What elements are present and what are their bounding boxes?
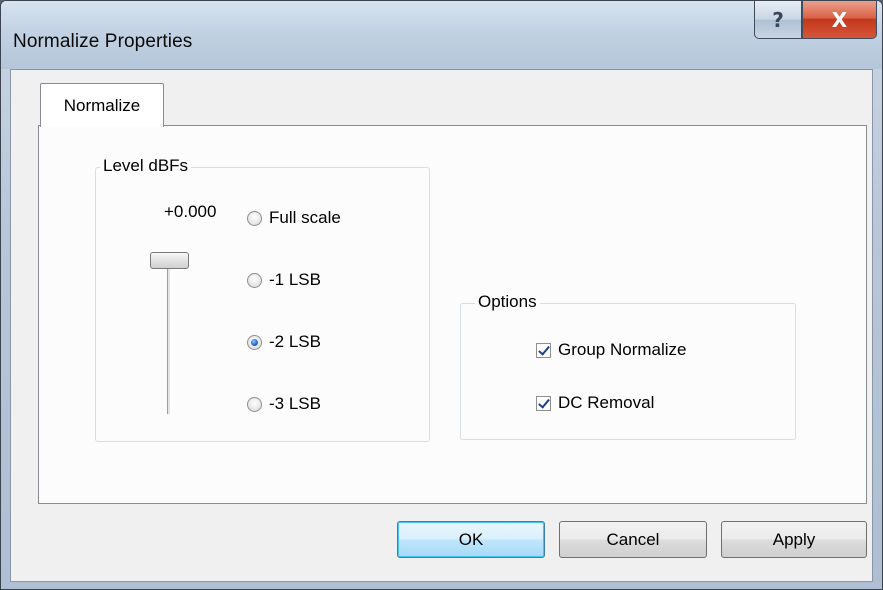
checkbox-label: Group Normalize: [558, 340, 687, 359]
dialog-body: Normalize Level dBFs +0.000 Full scale -…: [10, 69, 873, 582]
level-slider-track[interactable]: [167, 258, 171, 414]
radio-2-lsb[interactable]: -2 LSB: [247, 332, 321, 352]
level-slider-thumb[interactable]: [150, 252, 189, 269]
level-readout: +0.000: [164, 202, 217, 221]
title-bar[interactable]: Normalize Properties ? X: [1, 1, 882, 69]
radio-full-scale[interactable]: Full scale: [247, 208, 341, 228]
checkbox[interactable]: [536, 342, 551, 358]
cancel-button[interactable]: Cancel: [559, 521, 707, 558]
checkbox-label: DC Removal: [558, 393, 655, 412]
close-button[interactable]: X: [802, 1, 877, 39]
help-icon: ?: [772, 7, 784, 32]
radio-button[interactable]: [247, 272, 262, 288]
options-group: Options Group Normalize DC Removal: [460, 292, 796, 440]
checkbox[interactable]: [536, 395, 551, 411]
radio-button[interactable]: [247, 334, 262, 350]
level-dbfs-group: Level dBFs +0.000 Full scale -1 LSB -2 L…: [95, 156, 430, 442]
checkbox-dc-removal[interactable]: DC Removal: [536, 393, 654, 413]
close-icon: X: [831, 7, 848, 32]
options-label: Options: [475, 292, 540, 312]
checkbox-group-normalize[interactable]: Group Normalize: [536, 340, 687, 360]
radio-label: Full scale: [269, 208, 341, 227]
tab-page-normalize: Level dBFs +0.000 Full scale -1 LSB -2 L…: [38, 125, 867, 504]
radio-label: -2 LSB: [269, 332, 321, 351]
help-button[interactable]: ?: [754, 1, 802, 39]
ok-button[interactable]: OK: [397, 521, 545, 558]
radio-label: -1 LSB: [269, 270, 321, 289]
radio-1-lsb[interactable]: -1 LSB: [247, 270, 321, 290]
dialog-window: Normalize Properties ? X Normalize Level…: [0, 0, 883, 590]
radio-label: -3 LSB: [269, 394, 321, 413]
apply-button[interactable]: Apply: [721, 521, 867, 558]
window-title: Normalize Properties: [13, 31, 193, 52]
radio-button[interactable]: [247, 210, 262, 226]
tab-label: Normalize: [63, 95, 141, 115]
radio-3-lsb[interactable]: -3 LSB: [247, 394, 321, 414]
radio-button[interactable]: [247, 396, 262, 412]
level-dbfs-label: Level dBFs: [100, 156, 192, 176]
tab-normalize[interactable]: Normalize: [40, 83, 164, 127]
